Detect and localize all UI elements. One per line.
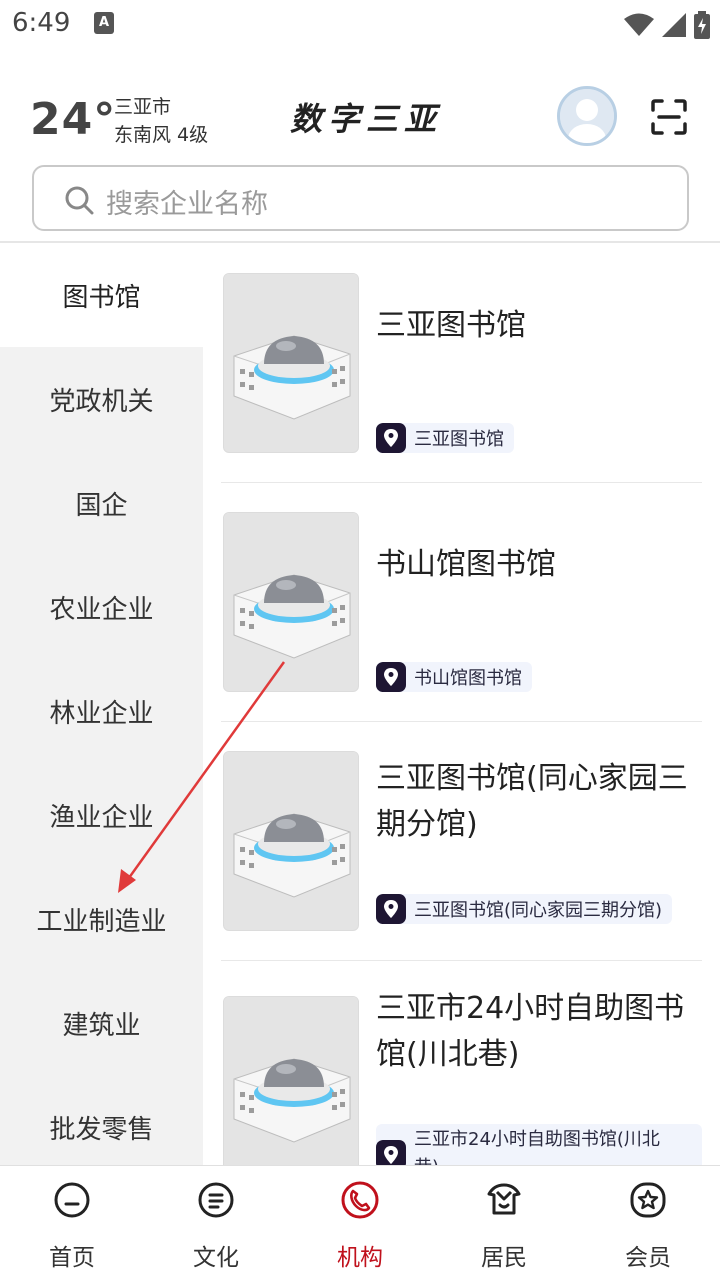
location-tag-text: 三亚图书馆(同心家园三期分馆) <box>414 900 663 921</box>
nav-member[interactable]: 会员 <box>576 1166 720 1280</box>
app-title: 数字三亚 <box>290 100 443 138</box>
list-item[interactable]: 三亚图书馆(同心家园三期分馆) 三亚图书馆(同心家园三期分馆) <box>221 751 702 931</box>
nav-home[interactable]: 首页 <box>0 1166 144 1280</box>
list-item[interactable]: 三亚市24小时自助图书馆(川北巷) 三亚市24小时自助图书馆(川北巷) <box>221 991 702 1165</box>
notification-a-icon: A <box>94 12 114 34</box>
library-building-image <box>223 751 359 931</box>
status-icons <box>616 10 710 40</box>
temperature: 24° <box>30 94 117 145</box>
library-building-image <box>223 996 359 1165</box>
home-icon <box>54 1182 90 1218</box>
sidebar-item-manufacturing[interactable]: 工业制造业 <box>0 867 203 971</box>
user-avatar-icon[interactable] <box>557 86 617 146</box>
sidebar-item-agriculture[interactable]: 农业企业 <box>0 555 203 659</box>
location-pin-icon <box>376 423 406 453</box>
list-divider <box>221 482 702 483</box>
scan-icon[interactable] <box>650 98 688 136</box>
sidebar-item-construction[interactable]: 建筑业 <box>0 971 203 1075</box>
library-building-image <box>223 512 359 692</box>
nav-resident[interactable]: 居民 <box>432 1166 576 1280</box>
sidebar-item-library[interactable]: 图书馆 <box>0 243 203 347</box>
member-icon <box>630 1182 666 1218</box>
location-tag[interactable]: 三亚图书馆 <box>376 423 514 453</box>
search-placeholder: 搜索企业名称 <box>106 189 268 220</box>
location-tag-text: 三亚图书馆 <box>414 429 504 450</box>
institution-title: 三亚图书馆 <box>376 308 526 343</box>
nav-resident-label: 居民 <box>481 1245 527 1271</box>
sidebar-item-state-enterprise[interactable]: 国企 <box>0 451 203 555</box>
location-pin-icon <box>376 894 406 924</box>
search-icon <box>65 186 94 215</box>
cell-signal-icon <box>662 13 686 37</box>
location-pin-icon <box>376 662 406 692</box>
header: 24° 三亚市 东南风 4级 数字三亚 <box>0 80 720 160</box>
nav-culture-label: 文化 <box>193 1245 239 1271</box>
nav-institution[interactable]: 机构 <box>288 1166 432 1280</box>
list-divider <box>221 960 702 961</box>
culture-icon <box>198 1182 234 1218</box>
status-bar: 6:49 A <box>0 0 720 48</box>
sidebar-item-party-government[interactable]: 党政机关 <box>0 347 203 451</box>
institution-icon <box>341 1181 379 1219</box>
sidebar-item-wholesale-retail[interactable]: 批发零售 <box>0 1075 203 1165</box>
battery-icon <box>694 11 710 39</box>
weather-city: 三亚市 <box>114 96 172 118</box>
institution-title: 三亚市24小时自助图书馆(川北巷) <box>376 991 685 1072</box>
location-pin-icon <box>376 1140 406 1165</box>
status-time: 6:49 <box>12 8 71 38</box>
list-divider <box>221 721 702 722</box>
search-input[interactable]: 搜索企业名称 <box>32 165 689 231</box>
institution-title: 三亚图书馆(同心家园三期分馆) <box>376 761 688 842</box>
nav-institution-label: 机构 <box>337 1245 383 1271</box>
location-tag-text: 三亚市24小时自助图书馆(川北巷) <box>414 1129 660 1165</box>
list-item[interactable]: 书山馆图书馆 书山馆图书馆 <box>221 512 702 692</box>
list-item[interactable]: 三亚图书馆 三亚图书馆 <box>221 273 702 453</box>
avatar-silhouette-icon <box>560 89 614 143</box>
wifi-icon <box>624 13 654 36</box>
location-tag[interactable]: 书山馆图书馆 <box>376 662 532 692</box>
sidebar-item-fishery[interactable]: 渔业企业 <box>0 763 203 867</box>
location-tag-text: 书山馆图书馆 <box>414 668 522 689</box>
institution-list: 三亚图书馆 三亚图书馆 书山馆图书馆 书山馆图书馆 三亚图书馆(同心家园三期分馆… <box>203 243 720 1165</box>
weather-wind: 东南风 4级 <box>114 124 209 146</box>
sidebar-item-forestry[interactable]: 林业企业 <box>0 659 203 763</box>
bottom-nav: 首页 文化 机构 居民 会员 <box>0 1165 720 1280</box>
nav-home-label: 首页 <box>49 1245 95 1271</box>
nav-culture[interactable]: 文化 <box>144 1166 288 1280</box>
category-sidebar: 图书馆 党政机关 国企 农业企业 林业企业 渔业企业 工业制造业 建筑业 批发零… <box>0 243 203 1165</box>
location-tag[interactable]: 三亚市24小时自助图书馆(川北巷) <box>376 1124 702 1165</box>
resident-icon <box>487 1183 521 1215</box>
library-building-image <box>223 273 359 453</box>
institution-title: 书山馆图书馆 <box>376 547 556 582</box>
location-tag[interactable]: 三亚图书馆(同心家园三期分馆) <box>376 894 673 924</box>
nav-member-label: 会员 <box>625 1245 671 1271</box>
